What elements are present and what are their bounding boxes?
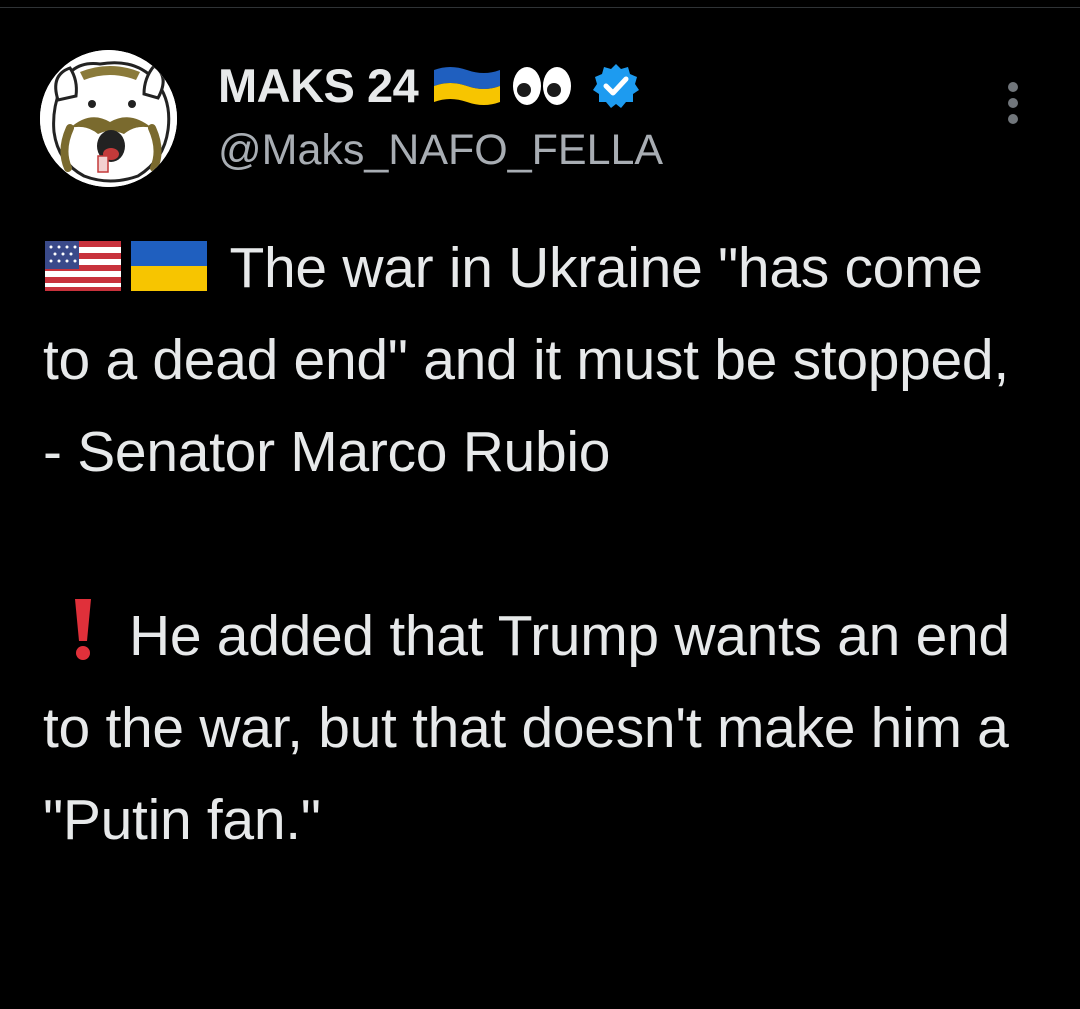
eyes-icon <box>510 62 574 110</box>
more-options-icon[interactable] <box>1000 80 1026 126</box>
tweet-header: MAKS 24 @Maks_NAFO_FELLA <box>218 58 663 178</box>
user-handle[interactable]: @Maks_NAFO_FELLA <box>218 122 663 178</box>
ukraine-flag-icon <box>432 62 502 110</box>
exclamation-icon <box>63 595 103 665</box>
top-divider <box>0 0 1080 8</box>
display-name[interactable]: MAKS 24 <box>218 58 419 114</box>
us-flag-icon <box>43 230 123 291</box>
avatar-image <box>40 50 177 187</box>
tweet-paragraph: The war in Ukraine "has come to a dead e… <box>43 222 1043 498</box>
name-row: MAKS 24 <box>218 58 663 114</box>
verified-badge-icon[interactable] <box>592 62 640 110</box>
tweet-body: The war in Ukraine "has come to a dead e… <box>43 222 1043 866</box>
ukraine-flag-icon <box>129 230 209 291</box>
tweet-paragraph: He added that Trump wants an end to the … <box>43 590 1043 866</box>
avatar[interactable] <box>40 50 177 187</box>
tweet-paragraph-text: He added that Trump wants an end to the … <box>43 604 1010 852</box>
